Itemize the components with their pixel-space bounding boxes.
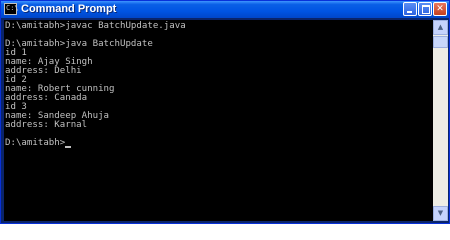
close-button[interactable]: ✕ bbox=[433, 2, 447, 16]
maximize-icon bbox=[422, 5, 430, 14]
scroll-down-button[interactable]: ▼ bbox=[433, 206, 448, 221]
vertical-scrollbar[interactable]: ▲ ▼ bbox=[433, 20, 448, 221]
console-line: address: Canada bbox=[5, 93, 88, 103]
text-cursor bbox=[65, 146, 72, 148]
console-line: address: Delhi bbox=[5, 66, 82, 76]
close-icon: ✕ bbox=[436, 4, 444, 14]
scrollbar-thumb[interactable] bbox=[433, 36, 448, 48]
console-line: D:\amitabh> bbox=[5, 138, 186, 148]
command-prompt-window[interactable]: C:\ Command Prompt ✕ D:\amitabh>javac Ba… bbox=[0, 0, 450, 224]
console-line: D:\amitabh>javac BatchUpdate.java bbox=[5, 21, 186, 31]
minimize-icon bbox=[407, 11, 412, 13]
minimize-button[interactable] bbox=[403, 2, 417, 16]
console-output[interactable]: D:\amitabh>javac BatchUpdate.java D:\amit… bbox=[4, 20, 433, 221]
scroll-up-button[interactable]: ▲ bbox=[433, 20, 448, 35]
console-line: address: Karnal bbox=[5, 120, 88, 130]
window-title: Command Prompt bbox=[21, 3, 117, 15]
console-line: D:\amitabh>java BatchUpdate bbox=[5, 39, 153, 49]
arrow-down-icon: ▼ bbox=[437, 209, 444, 217]
console-lines: D:\amitabh>javac BatchUpdate.java D:\amit… bbox=[5, 21, 186, 148]
maximize-button[interactable] bbox=[418, 2, 432, 16]
cmd-app-icon[interactable]: C:\ bbox=[4, 3, 19, 15]
arrow-up-icon: ▲ bbox=[437, 23, 444, 31]
title-bar[interactable]: C:\ Command Prompt ✕ bbox=[1, 1, 449, 18]
